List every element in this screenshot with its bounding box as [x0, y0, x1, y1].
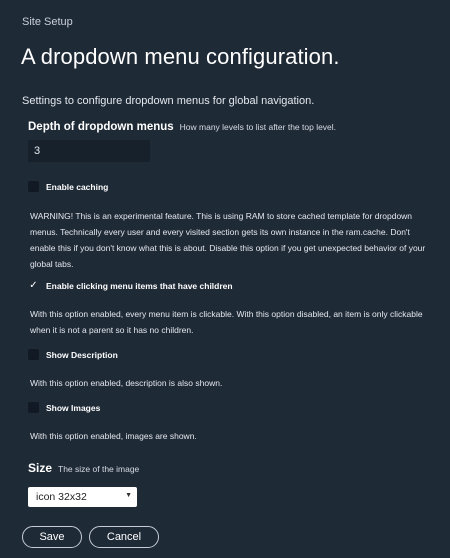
cancel-button[interactable]: Cancel — [89, 526, 159, 548]
size-field: Size The size of the image — [28, 461, 139, 475]
enable-caching-help: WARNING! This is an experimental feature… — [30, 211, 426, 269]
enable-caching-checkbox[interactable] — [28, 181, 39, 192]
size-label: Size — [28, 461, 53, 475]
depth-field: Depth of dropdown menus How many levels … — [28, 121, 336, 133]
depth-help: How many levels to list after the top le… — [179, 122, 337, 132]
enable-clicking-label[interactable]: Enable clicking menu items that have chi… — [46, 281, 233, 291]
size-select-value: icon 32x32 — [36, 491, 87, 503]
enable-caching-label[interactable]: Enable caching — [46, 182, 108, 192]
enable-clicking-row[interactable]: ✓ Enable clicking menu items that have c… — [28, 280, 233, 291]
page-title: A dropdown menu configuration. — [21, 44, 340, 69]
enable-caching-row[interactable]: Enable caching — [28, 181, 108, 192]
breadcrumb[interactable]: Site Setup — [22, 16, 73, 28]
show-description-row[interactable]: Show Description — [28, 349, 118, 360]
enable-clicking-help: With this option enabled, every menu ite… — [30, 309, 423, 335]
check-icon: ✓ — [29, 279, 38, 291]
depth-label: Depth of dropdown menus — [28, 121, 174, 133]
save-button[interactable]: Save — [22, 526, 82, 548]
depth-input[interactable] — [28, 140, 150, 162]
show-description-checkbox[interactable] — [28, 349, 39, 360]
show-images-checkbox[interactable] — [28, 402, 39, 413]
size-select[interactable]: icon 32x32 ▼ — [28, 487, 137, 507]
show-images-help: With this option enabled, images are sho… — [30, 431, 197, 441]
size-help: The size of the image — [58, 464, 140, 474]
show-description-help: With this option enabled, description is… — [30, 378, 223, 388]
show-description-label[interactable]: Show Description — [46, 350, 118, 360]
chevron-down-icon: ▼ — [125, 492, 132, 499]
show-images-label[interactable]: Show Images — [46, 403, 100, 413]
site-setup-page: Site Setup A dropdown menu configuration… — [0, 0, 450, 558]
show-images-row[interactable]: Show Images — [28, 402, 100, 413]
page-description: Settings to configure dropdown menus for… — [22, 95, 315, 107]
enable-clicking-checkbox[interactable]: ✓ — [28, 280, 39, 291]
